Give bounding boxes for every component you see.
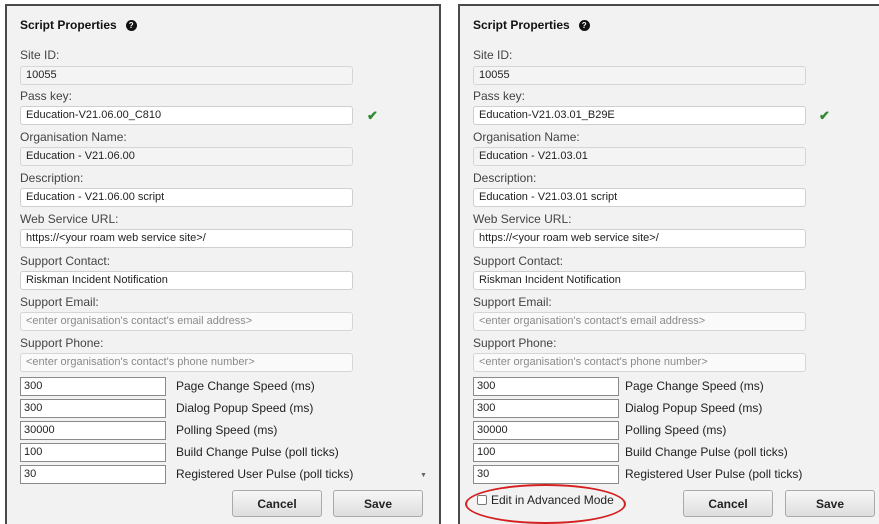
registered-user-pulse-input[interactable]: 30 [20, 465, 166, 484]
organisation-name-field[interactable]: Education - V21.03.01 [473, 147, 806, 166]
web-service-url-label: Web Service URL: [473, 212, 572, 226]
site-id-label: Site ID: [473, 48, 513, 62]
support-email-label: Support Email: [20, 295, 99, 309]
page-change-speed-label: Page Change Speed (ms) [625, 379, 764, 393]
support-email-field[interactable]: <enter organisation's contact's email ad… [473, 312, 806, 331]
registered-user-pulse-label: Registered User Pulse (poll ticks) [176, 467, 354, 481]
help-icon[interactable]: ? [125, 19, 137, 31]
polling-speed-label: Polling Speed (ms) [176, 423, 278, 437]
advanced-mode-checkbox[interactable] [477, 495, 487, 505]
pass-key-field[interactable]: Education-V21.03.01_B29E [473, 106, 806, 125]
dialog-popup-speed-label: Dialog Popup Speed (ms) [625, 401, 763, 415]
page-change-speed-label: Page Change Speed (ms) [176, 379, 315, 393]
pass-key-label: Pass key: [20, 89, 73, 103]
web-service-url-label: Web Service URL: [20, 212, 119, 226]
cancel-button[interactable]: Cancel [232, 490, 322, 517]
page-change-speed-input[interactable]: 300 [20, 377, 166, 396]
site-id-field[interactable]: 10055 [20, 66, 353, 85]
support-email-label: Support Email: [473, 295, 552, 309]
scroll-down-icon[interactable]: ▼ [420, 472, 427, 479]
description-label: Description: [473, 171, 537, 185]
polling-speed-input[interactable]: 30000 [473, 421, 619, 440]
pass-key-label: Pass key: [473, 89, 526, 103]
panel-title-text: Script Properties [473, 18, 570, 32]
site-id-field[interactable]: 10055 [473, 66, 806, 85]
organisation-name-label: Organisation Name: [473, 130, 580, 144]
page-change-speed-input[interactable]: 300 [473, 377, 619, 396]
description-field[interactable]: Education - V21.06.00 script [20, 188, 353, 207]
polling-speed-input[interactable]: 30000 [20, 421, 166, 440]
site-id-label: Site ID: [20, 48, 60, 62]
check-icon: ✔ [367, 108, 378, 123]
support-phone-field[interactable]: <enter organisation's contact's phone nu… [473, 353, 806, 372]
panel-title: Script Properties ? [473, 18, 590, 32]
support-contact-field[interactable]: Riskman Incident Notification [473, 271, 806, 290]
script-properties-panel-right: Script Properties ? Site ID: 10055 Pass … [458, 4, 879, 524]
support-contact-label: Support Contact: [473, 254, 564, 268]
help-icon[interactable]: ? [578, 19, 590, 31]
advanced-mode-label: Edit in Advanced Mode [491, 493, 614, 507]
registered-user-pulse-label: Registered User Pulse (poll ticks) [625, 467, 803, 481]
save-button[interactable]: Save [785, 490, 875, 517]
build-change-pulse-input[interactable]: 100 [473, 443, 619, 462]
build-change-pulse-label: Build Change Pulse (poll ticks) [176, 445, 339, 459]
build-change-pulse-input[interactable]: 100 [20, 443, 166, 462]
description-label: Description: [20, 171, 84, 185]
dialog-popup-speed-input[interactable]: 300 [473, 399, 619, 418]
pass-key-field[interactable]: Education-V21.06.00_C810 [20, 106, 353, 125]
script-properties-panel-left: Script Properties ? Site ID: 10055 Pass … [5, 4, 441, 524]
save-button[interactable]: Save [333, 490, 423, 517]
support-contact-label: Support Contact: [20, 254, 111, 268]
organisation-name-label: Organisation Name: [20, 130, 127, 144]
build-change-pulse-label: Build Change Pulse (poll ticks) [625, 445, 788, 459]
panel-title-text: Script Properties [20, 18, 117, 32]
organisation-name-field[interactable]: Education - V21.06.00 [20, 147, 353, 166]
support-phone-field[interactable]: <enter organisation's contact's phone nu… [20, 353, 353, 372]
polling-speed-label: Polling Speed (ms) [625, 423, 727, 437]
description-field[interactable]: Education - V21.03.01 script [473, 188, 806, 207]
panel-title: Script Properties ? [20, 18, 137, 32]
advanced-mode-option[interactable]: Edit in Advanced Mode [477, 493, 614, 507]
dialog-popup-speed-input[interactable]: 300 [20, 399, 166, 418]
support-email-field[interactable]: <enter organisation's contact's email ad… [20, 312, 353, 331]
dialog-popup-speed-label: Dialog Popup Speed (ms) [176, 401, 314, 415]
cancel-button[interactable]: Cancel [683, 490, 773, 517]
check-icon: ✔ [819, 108, 830, 123]
support-phone-label: Support Phone: [20, 336, 104, 350]
support-contact-field[interactable]: Riskman Incident Notification [20, 271, 353, 290]
web-service-url-field[interactable]: https://<your roam web service site>/ [20, 229, 353, 248]
web-service-url-field[interactable]: https://<your roam web service site>/ [473, 229, 806, 248]
support-phone-label: Support Phone: [473, 336, 557, 350]
registered-user-pulse-input[interactable]: 30 [473, 465, 619, 484]
